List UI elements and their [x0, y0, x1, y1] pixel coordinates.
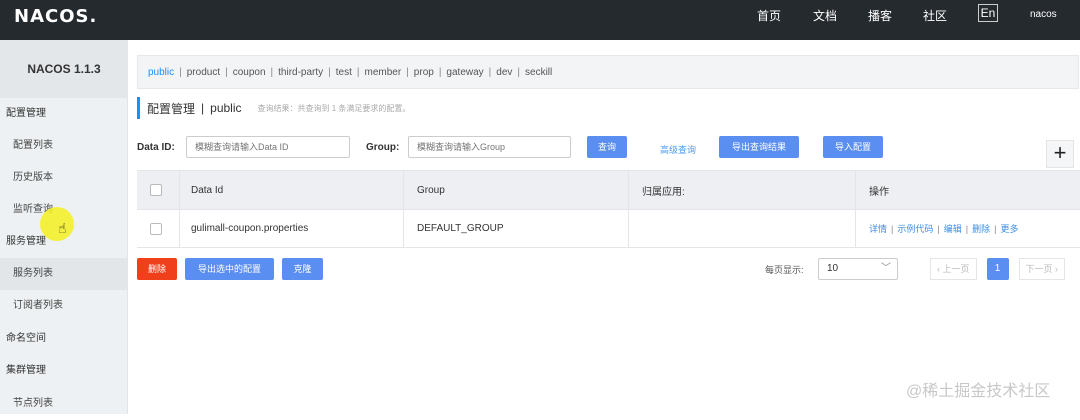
op-separator: |	[891, 223, 894, 234]
pagination: ‹ 上一页 1 下一页 ›	[930, 257, 1066, 281]
nav-blog[interactable]: 播客	[868, 7, 892, 24]
namespace-tab-product[interactable]: product	[187, 67, 220, 78]
op-more-link[interactable]: 更多	[1000, 222, 1018, 235]
sidebar-item-node-list[interactable]: 节点列表	[0, 388, 127, 420]
row-data-id: gulimall-coupon.properties	[191, 223, 309, 234]
row-operations: 详情 | 示例代码 | 编辑 | 删除 | 更多	[869, 210, 1018, 247]
page-title-text: 配置管理	[147, 101, 196, 116]
namespace-tab-member[interactable]: member	[365, 67, 402, 78]
namespace-separator: |	[406, 66, 409, 78]
namespace-separator: |	[438, 66, 442, 78]
header-group: Group	[417, 184, 445, 196]
clone-button[interactable]: 克隆	[282, 258, 323, 280]
user-name[interactable]: nacos	[1030, 9, 1057, 20]
nav-docs[interactable]: 文档	[813, 7, 837, 24]
page-title: 配置管理 | public 查询结果：共查询到 1 条满足要求的配置。	[137, 97, 410, 119]
namespace-bar: public | product | coupon | third-party …	[137, 55, 1079, 89]
page-size-select[interactable]: 10 ﹀	[818, 258, 898, 280]
page-number-button[interactable]: 1	[986, 258, 1009, 280]
namespace-tab-seckill[interactable]: seckill	[525, 67, 552, 78]
advanced-query-link[interactable]: 高级查询	[660, 143, 696, 156]
nav-home[interactable]: 首页	[757, 7, 781, 24]
chevron-right-icon: ›	[1052, 264, 1059, 274]
nav-community[interactable]: 社区	[923, 7, 947, 24]
row-group: DEFAULT_GROUP	[417, 223, 504, 234]
import-config-button[interactable]: 导入配置	[823, 136, 883, 158]
title-separator: |	[201, 101, 205, 115]
op-detail-link[interactable]: 详情	[869, 222, 887, 235]
watermark: @稀土掘金技术社区	[906, 383, 1051, 400]
op-sample-code-link[interactable]: 示例代码	[897, 222, 933, 235]
prev-page-button[interactable]: ‹ 上一页	[930, 258, 977, 280]
namespace-separator: |	[488, 66, 492, 78]
op-edit-link[interactable]: 编辑	[944, 222, 962, 235]
namespace-separator: |	[270, 66, 274, 78]
namespace-tab-prop[interactable]: prop	[414, 67, 434, 78]
table-row: gulimall-coupon.properties DEFAULT_GROUP…	[137, 210, 1080, 248]
sidebar-group-cluster[interactable]: 集群管理	[0, 355, 127, 387]
sidebar-title: NACOS 1.1.3	[0, 40, 128, 98]
add-config-button[interactable]: +	[1046, 140, 1074, 168]
group-label: Group:	[366, 142, 400, 153]
cursor-highlight	[40, 207, 74, 241]
page-size-value: 10	[827, 263, 839, 274]
op-separator: |	[994, 223, 997, 234]
delete-button[interactable]: 删除	[137, 258, 177, 280]
page-size-label: 每页显示:	[765, 265, 804, 275]
language-toggle-button[interactable]: En	[978, 4, 998, 22]
sidebar-item-config-list[interactable]: 配置列表	[0, 130, 127, 162]
group-input[interactable]	[408, 136, 571, 158]
namespace-separator: |	[225, 66, 228, 78]
namespace-separator: |	[328, 66, 331, 78]
chevron-down-icon: ﹀	[881, 263, 891, 274]
sidebar-item-service-list[interactable]: 服务列表	[0, 258, 127, 290]
select-all-checkbox[interactable]	[150, 184, 162, 196]
op-delete-link[interactable]: 删除	[972, 222, 990, 235]
export-selected-button[interactable]: 导出选中的配置	[185, 258, 274, 280]
next-page-label: 下一页	[1025, 264, 1053, 274]
prev-page-label: 上一页	[942, 264, 970, 274]
sidebar-item-history[interactable]: 历史版本	[0, 162, 127, 194]
top-bar: NACOS. 首页 文档 播客 社区 En nacos	[0, 0, 1080, 40]
hand-cursor-icon: ☝	[58, 220, 67, 236]
query-result-hint: 查询结果：共查询到 1 条满足要求的配置。	[257, 103, 411, 113]
op-separator: |	[937, 223, 940, 234]
current-namespace: public	[210, 101, 242, 115]
namespace-separator: |	[179, 66, 182, 78]
export-query-results-button[interactable]: 导出查询结果	[719, 136, 799, 158]
next-page-button[interactable]: 下一页 ›	[1018, 258, 1066, 280]
namespace-tab-public[interactable]: public	[148, 67, 174, 78]
header-operations: 操作	[869, 186, 889, 198]
op-separator: |	[965, 223, 969, 234]
namespace-tab-gateway[interactable]: gateway	[446, 67, 483, 78]
nacos-logo[interactable]: NACOS.	[14, 6, 97, 27]
query-button[interactable]: 查询	[587, 136, 627, 158]
table-header: Data Id Group 归属应用: 操作	[137, 170, 1080, 210]
sidebar-group-config[interactable]: 配置管理	[0, 98, 127, 130]
namespace-tab-coupon[interactable]: coupon	[233, 67, 266, 78]
namespace-tab-dev[interactable]: dev	[496, 67, 512, 78]
data-id-label: Data ID:	[137, 142, 175, 153]
namespace-separator: |	[356, 66, 360, 78]
namespace-tab-third-party[interactable]: third-party	[278, 67, 323, 78]
namespace-tab-test[interactable]: test	[336, 67, 352, 78]
sidebar-item-subscriber-list[interactable]: 订阅者列表	[0, 290, 127, 322]
row-checkbox[interactable]	[150, 222, 162, 235]
header-data-id: Data Id	[191, 184, 224, 196]
sidebar-group-namespace[interactable]: 命名空间	[0, 323, 127, 355]
namespace-separator: |	[517, 66, 521, 78]
data-id-input[interactable]	[186, 136, 350, 158]
header-app: 归属应用:	[642, 186, 685, 198]
